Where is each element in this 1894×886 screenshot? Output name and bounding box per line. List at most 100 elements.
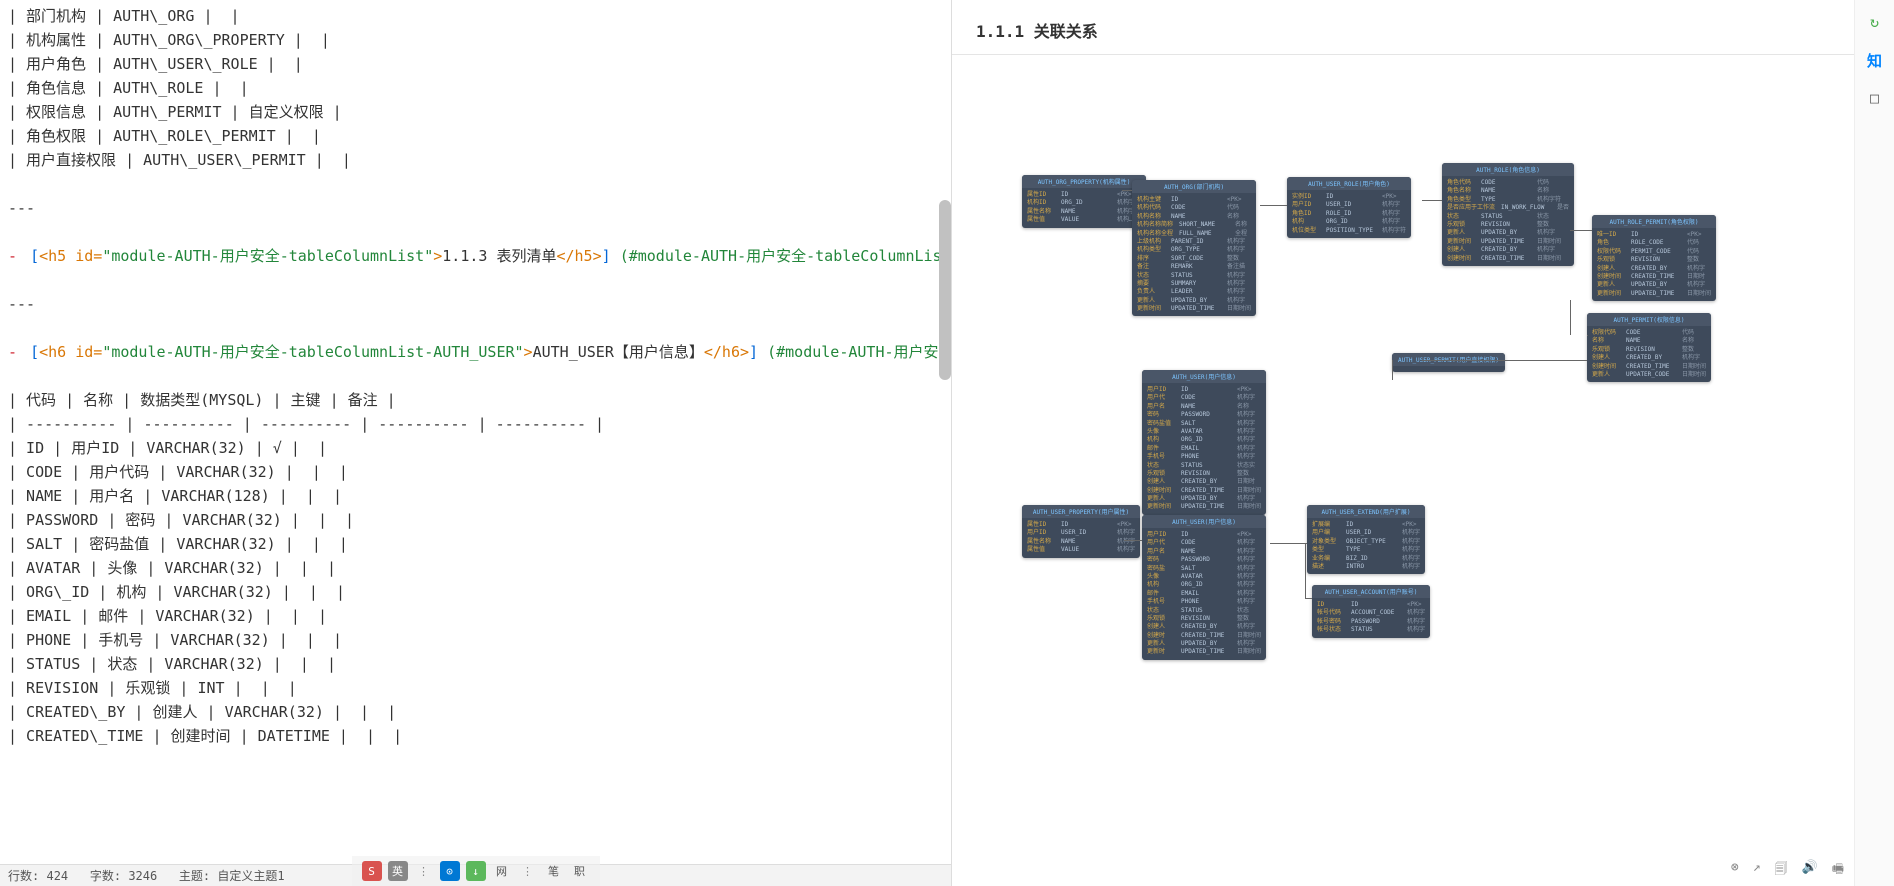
app-icon-6[interactable]: 网	[492, 861, 512, 881]
db-table-body: 权限代码CODE代码名称NAME名称乐观锁REVISION整数创建人CREATE…	[1587, 326, 1711, 382]
app-icon-9[interactable]: 职	[570, 861, 590, 881]
db-table-header: AUTH_USER_ACCOUNT(用户账号)	[1312, 585, 1430, 598]
db-table-t6[interactable]: AUTH_PERMIT(权限信息)权限代码CODE代码名称NAME名称乐观锁RE…	[1587, 313, 1711, 382]
db-row: 手机号PHONE机构字	[1147, 453, 1261, 461]
db-table-header: AUTH_ORG_PROPERTY(机构属性)	[1022, 175, 1146, 188]
db-row: 更新时间UPDATED_TIME日期时间	[1137, 305, 1251, 313]
db-row: 权限代码PERMIT_CODE代码	[1597, 248, 1711, 256]
zhihu-icon[interactable]: 知	[1865, 50, 1885, 70]
db-table-t1[interactable]: AUTH_ORG_PROPERTY(机构属性)属性IDID<PK>机构IDORG…	[1022, 175, 1146, 228]
db-row: 密码盐SALT机构字	[1147, 565, 1261, 573]
db-row: 更新时UPDATED_TIME日期时间	[1147, 648, 1261, 656]
app-icon-7[interactable]: ⋮	[518, 861, 538, 881]
editor-scrollbar[interactable]	[939, 200, 951, 380]
app-icon-4[interactable]: ⊙	[440, 861, 460, 881]
connector-line	[1422, 200, 1442, 201]
db-table-t7[interactable]: AUTH_USER_PERMIT(用户直接权限)	[1392, 353, 1505, 372]
db-table-t10[interactable]: AUTH_USER(用户信息)用户IDID<PK>用户代CODE机构字用户名NA…	[1142, 515, 1266, 660]
theme-value: 自定义主题1	[217, 869, 284, 883]
tray-icon-3[interactable]: 🗐	[1775, 860, 1788, 882]
db-table-t5[interactable]: AUTH_ROLE_PERMIT(角色权限)唯一IDID<PK>角色ROLE_C…	[1592, 215, 1716, 301]
db-row: 状态STATUS状态实	[1147, 462, 1261, 470]
db-row: 创建人CREATED_BY机构字	[1447, 246, 1569, 254]
markdown-editor[interactable]: | 部门机构 | AUTH\_ORG | | | 机构属性 | AUTH\_OR…	[0, 0, 951, 860]
connector-line	[1570, 230, 1592, 231]
db-table-body: 实例IDID<PK>用户IDUSER_ID机构字角色IDROLE_ID机构字机构…	[1287, 190, 1411, 238]
connector-line	[1587, 335, 1588, 336]
connector-line	[1422, 360, 1587, 361]
db-row: 用户IDUSER_ID机构字	[1292, 201, 1406, 209]
db-row: 是否应用于工作流IN_WORK_FLOW是否	[1447, 204, 1569, 212]
er-diagram[interactable]: AUTH_ORG_PROPERTY(机构属性)属性IDID<PK>机构IDORG…	[1012, 95, 1772, 715]
db-table-body: 属性IDID<PK>用户IDUSER_ID机构字属性名称NAME机构字属性值VA…	[1022, 518, 1140, 558]
db-table-body: 角色代码CODE代码角色名称NAME名称角色类型TYPE机构字符是否应用于工作流…	[1442, 176, 1574, 266]
db-row: 更新人UPDATED_BY机构字	[1447, 229, 1569, 237]
refresh-icon[interactable]: ↻	[1865, 12, 1885, 32]
db-row: 机构名称全程FULL_NAME全程	[1137, 230, 1251, 238]
mobile-icon[interactable]: □	[1865, 88, 1885, 108]
app-icon-1[interactable]: S	[362, 861, 382, 881]
db-table-header: AUTH_USER_PROPERTY(用户属性)	[1022, 505, 1140, 518]
editor-pane: | 部门机构 | AUTH\_ORG | | | 机构属性 | AUTH\_OR…	[0, 0, 952, 886]
db-row: 创建人CREATED_BY机构字	[1597, 265, 1711, 273]
db-row: 密码盐值SALT机构字	[1147, 420, 1261, 428]
db-table-header: AUTH_PERMIT(权限信息)	[1587, 313, 1711, 326]
db-table-header: AUTH_ROLE_PERMIT(角色权限)	[1592, 215, 1716, 228]
db-table-t8[interactable]: AUTH_USER(用户信息)用户IDID<PK>用户代CODE机构字用户名NA…	[1142, 370, 1266, 515]
db-row: 帐号代码ACCOUNT_CODE机构字	[1317, 609, 1425, 617]
db-row: 角色ROLE_CODE代码	[1597, 239, 1711, 247]
db-row: 创建时CREATED_TIME日期时间	[1147, 632, 1261, 640]
connector-line	[1305, 598, 1312, 599]
db-row: 类型TYPE机构字	[1312, 546, 1420, 554]
tray-icon-2[interactable]: ↗	[1753, 860, 1761, 882]
app-icon-5[interactable]: ↓	[466, 861, 486, 881]
db-table-t11[interactable]: AUTH_USER_EXTEND(用户扩展)扩展编ID<PK>用户编USER_I…	[1307, 505, 1425, 574]
db-row: 创建人CREATED_BY机构字	[1147, 623, 1261, 631]
db-row: 更新时间UPDATED_TIME日期时间	[1147, 503, 1261, 511]
db-row: 负责人LEADER机构字	[1137, 288, 1251, 296]
connector-line	[1570, 300, 1571, 335]
db-row: 密码PASSWORD机构字	[1147, 556, 1261, 564]
db-table-t3[interactable]: AUTH_USER_ROLE(用户角色)实例IDID<PK>用户IDUSER_I…	[1287, 177, 1411, 238]
db-table-t4[interactable]: AUTH_ROLE(角色信息)角色代码CODE代码角色名称NAME名称角色类型T…	[1442, 163, 1574, 266]
db-table-t2[interactable]: AUTH_ORG(部门机构)机构主键ID<PK>机构代码CODE代码机构名称NA…	[1132, 180, 1256, 316]
db-table-body: 唯一IDID<PK>角色ROLE_CODE代码权限代码PERMIT_CODE代码…	[1592, 228, 1716, 301]
db-table-header: AUTH_USER(用户信息)	[1142, 515, 1266, 528]
db-table-body: 机构主键ID<PK>机构代码CODE代码机构名称NAME名称机构名称简称SHOR…	[1132, 193, 1256, 316]
connector-line	[1305, 543, 1306, 598]
db-table-t9[interactable]: AUTH_USER_PROPERTY(用户属性)属性IDID<PK>用户IDUS…	[1022, 505, 1140, 558]
db-row: 属性名称NAME机构字母	[1027, 208, 1141, 216]
connector-line	[1392, 360, 1393, 380]
app-icon-2[interactable]: 英	[388, 861, 408, 881]
db-row: 属性值VALUE机构字	[1027, 546, 1135, 554]
db-table-body: 扩展编ID<PK>用户编USER_ID机构字对象类型OBJECT_TYPE机构字…	[1307, 518, 1425, 574]
db-table-header: AUTH_USER_EXTEND(用户扩展)	[1307, 505, 1425, 518]
db-row: 乐观锁REVISION整数	[1592, 346, 1706, 354]
db-row: 用户名NAME名称	[1147, 403, 1261, 411]
db-row: 机构类型ORG_TYPE机构字	[1137, 246, 1251, 254]
db-row: 备注REMARK备注描	[1137, 263, 1251, 271]
word-count-label: 字数:	[90, 869, 121, 883]
db-row: 用户代CODE机构字	[1147, 394, 1261, 402]
word-count-value: 3246	[128, 869, 157, 883]
db-row: 密码PASSWORD机构字	[1147, 411, 1261, 419]
db-row: 状态STATUS状态	[1147, 607, 1261, 615]
preview-pane: 1.1.1 关联关系 AUTH_ORG_PROPERTY(机构属性)属性IDID…	[952, 0, 1894, 886]
app-icon-3[interactable]: ⋮	[414, 861, 434, 881]
db-table-t12[interactable]: AUTH_USER_ACCOUNT(用户账号)IDID<PK>帐号代码ACCOU…	[1312, 585, 1430, 638]
tray-icon-5[interactable]: 🖷	[1832, 860, 1844, 882]
db-row: 业务编BIZ_ID机构字	[1312, 555, 1420, 563]
connector-line	[1124, 540, 1142, 541]
line-count-value: 424	[46, 869, 68, 883]
preview-title: 1.1.1 关联关系	[976, 18, 1870, 42]
db-row: 用户IDUSER_ID机构字	[1027, 529, 1135, 537]
db-row: 属性名称NAME机构字	[1027, 538, 1135, 546]
app-icon-8[interactable]: 笔	[544, 861, 564, 881]
preview-header: 1.1.1 关联关系	[952, 0, 1894, 55]
connector-line	[1260, 205, 1287, 206]
db-row: 更新人UPDATED_BY机构字	[1597, 281, 1711, 289]
db-row: 角色IDROLE_ID机构字	[1292, 210, 1406, 218]
tray-icon-4[interactable]: 🔊	[1802, 860, 1818, 882]
tray-icon-1[interactable]: ⊗	[1731, 860, 1739, 882]
connector-line	[1122, 190, 1132, 191]
